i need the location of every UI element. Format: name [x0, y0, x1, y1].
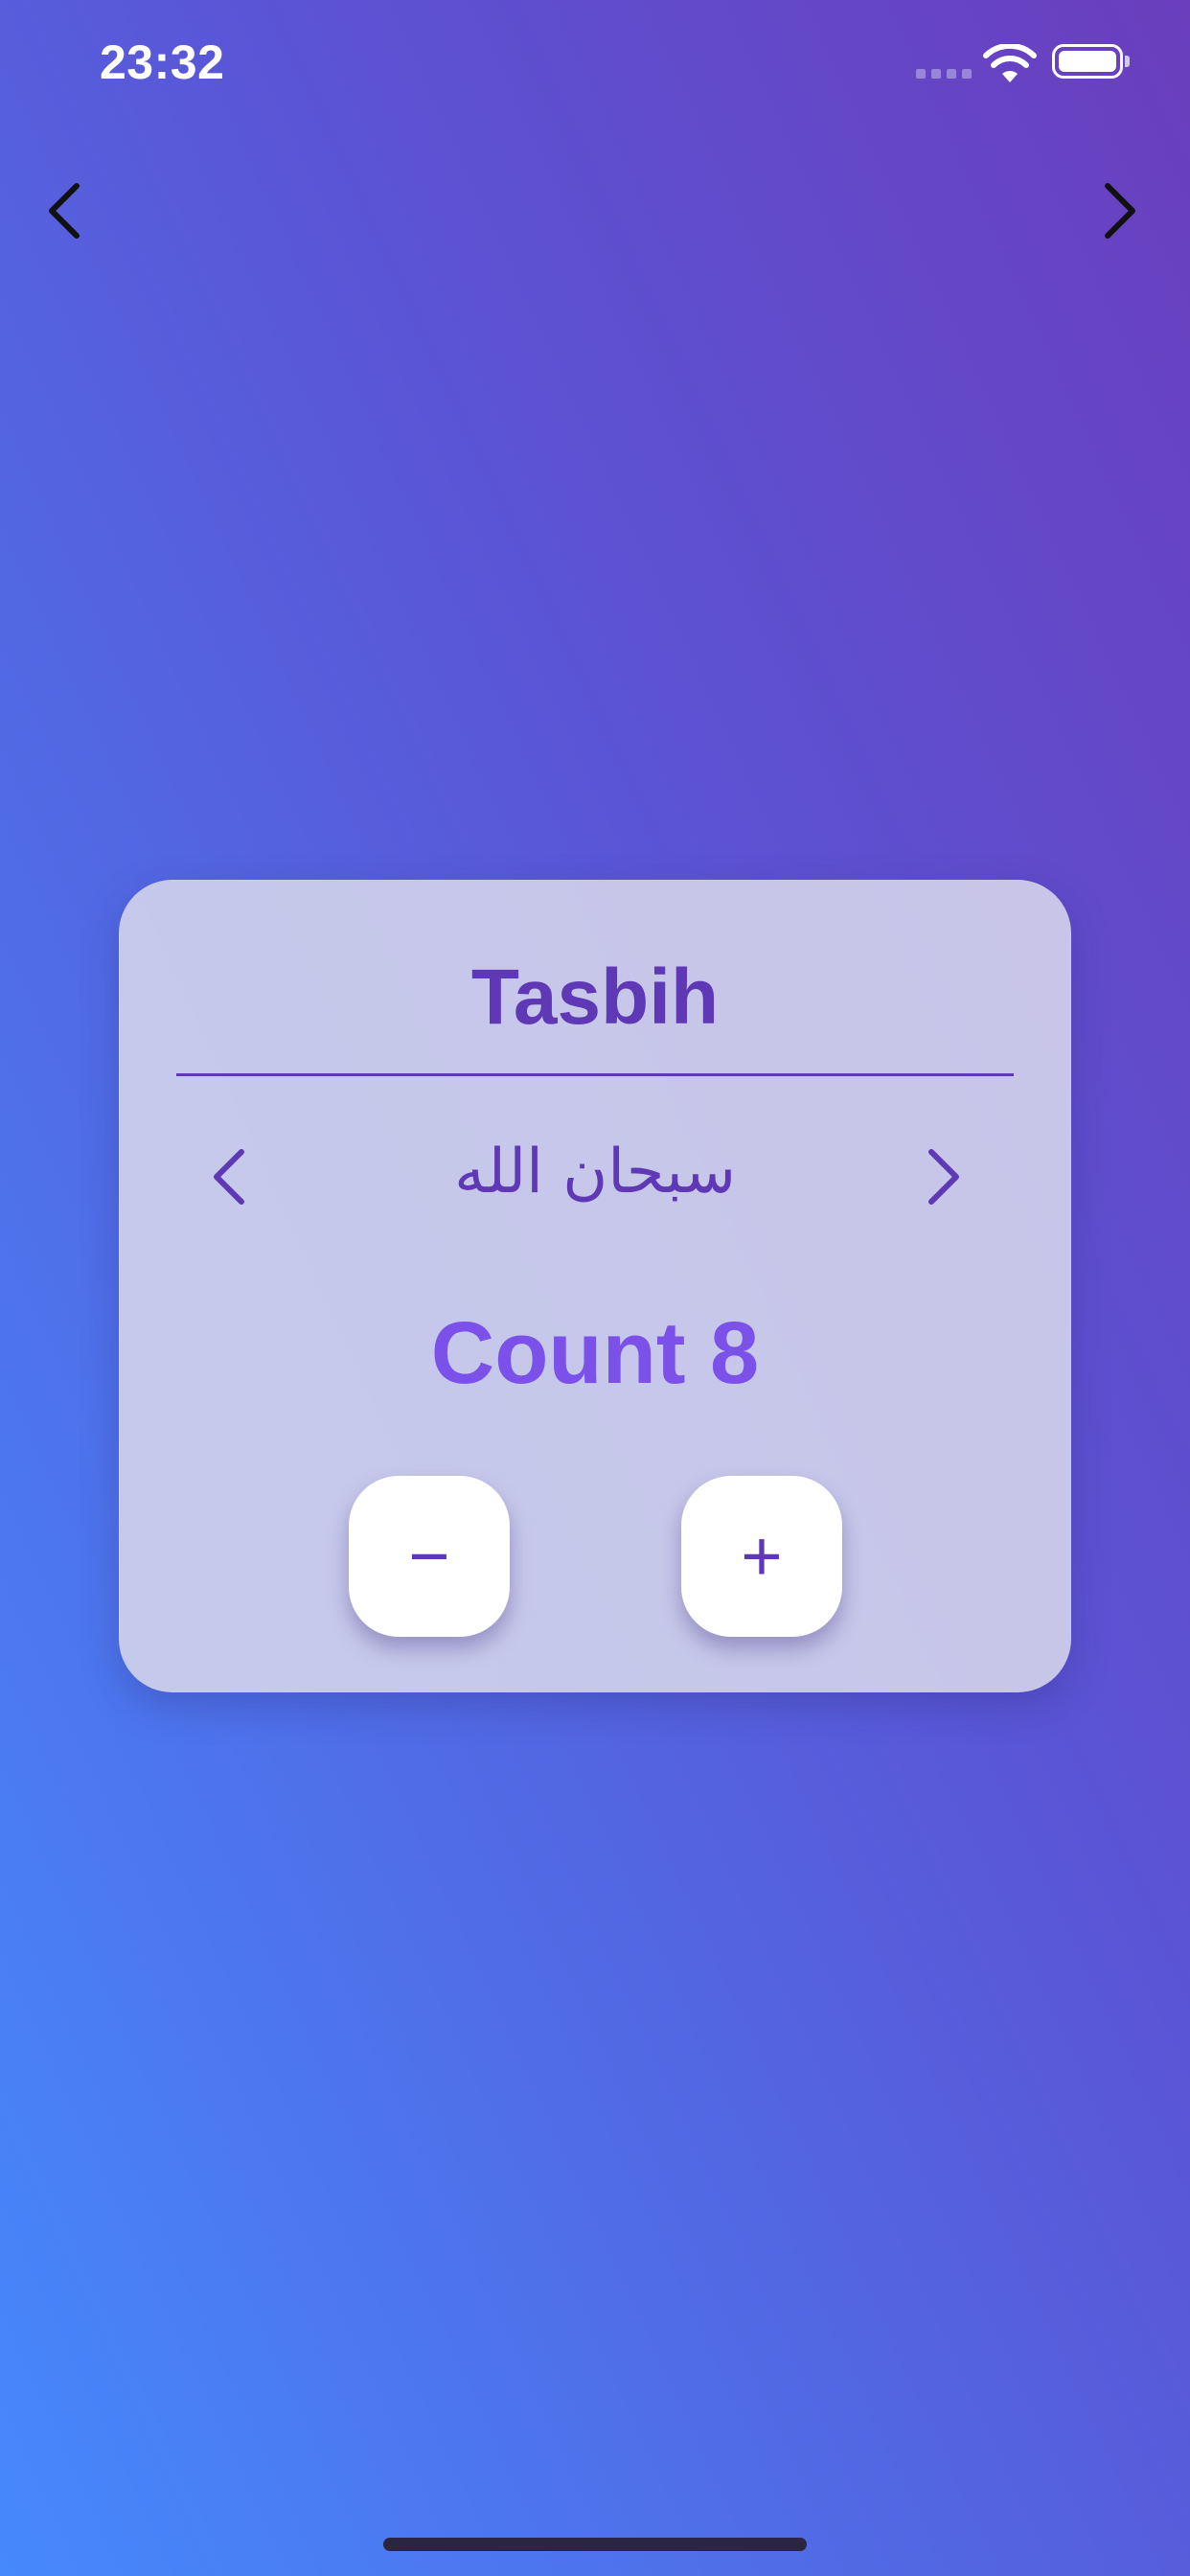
title-divider: [176, 1073, 1014, 1076]
increment-button[interactable]: +: [681, 1476, 842, 1637]
cellular-signal-icon: [916, 69, 972, 79]
plus-icon: +: [741, 1516, 783, 1596]
next-dhikr-button[interactable]: [906, 1138, 983, 1215]
chevron-right-icon: [928, 1149, 959, 1205]
decrement-button[interactable]: −: [349, 1476, 510, 1637]
count-display: Count 8: [430, 1304, 760, 1402]
battery-icon: [1052, 44, 1123, 79]
nav-forward-button[interactable]: [1083, 172, 1159, 249]
chevron-left-icon: [214, 1149, 244, 1205]
card-title: Tasbih: [470, 954, 720, 1041]
wifi-icon: [983, 44, 1037, 82]
nav-back-button[interactable]: [25, 172, 102, 249]
chevron-left-icon: [49, 183, 80, 239]
previous-dhikr-button[interactable]: [190, 1138, 266, 1215]
chevron-right-icon: [1105, 183, 1135, 239]
minus-icon: −: [408, 1516, 450, 1596]
tasbih-card: Tasbih سبحان الله Count 8 − +: [119, 880, 1071, 1692]
dhikr-text: سبحان الله: [454, 1137, 736, 1208]
dhikr-selector: سبحان الله: [119, 1110, 1071, 1244]
status-time: 23:32: [100, 35, 225, 89]
home-indicator[interactable]: [383, 2538, 807, 2551]
battery-tip: [1125, 56, 1130, 67]
status-bar: 23:32: [0, 0, 1190, 134]
